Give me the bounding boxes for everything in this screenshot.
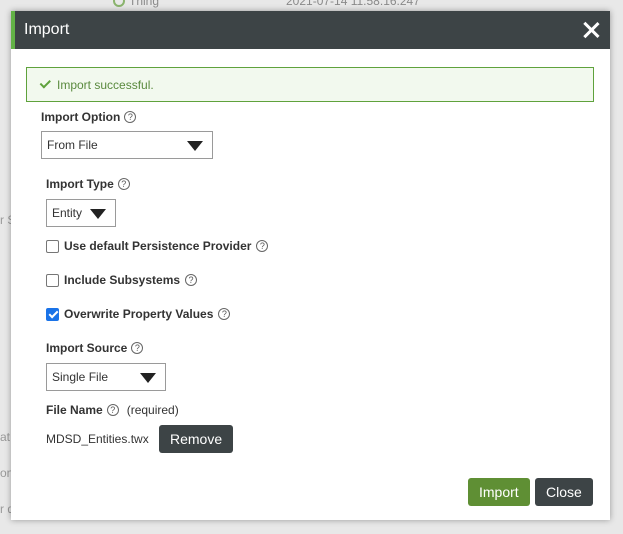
- import-dialog: Import Import successful. Import Option …: [11, 11, 610, 520]
- include-subsystems-checkbox[interactable]: [46, 273, 59, 287]
- overwrite-property-values-label: Overwrite Property Values: [64, 307, 214, 321]
- import-source-select[interactable]: Single File: [46, 363, 166, 391]
- chevron-down-icon: [187, 141, 203, 151]
- import-option-label: Import Option ?: [41, 110, 137, 124]
- help-icon[interactable]: ?: [117, 178, 130, 190]
- import-button[interactable]: Import: [468, 478, 530, 506]
- close-button[interactable]: Close: [535, 478, 593, 506]
- import-option-value: From File: [47, 138, 98, 152]
- dialog-header: Import: [11, 11, 610, 49]
- remove-button[interactable]: Remove: [159, 425, 234, 453]
- background-row-date: 2021-07-14 11:58:16.247: [286, 0, 420, 8]
- success-message: Import successful.: [57, 77, 154, 92]
- import-type-label: Import Type ?: [46, 177, 130, 191]
- chevron-down-icon: [140, 373, 156, 383]
- selected-file-name: MDSD_Entities.twx: [46, 432, 149, 446]
- background-thing: Thing: [113, 0, 159, 8]
- import-option-label-text: Import Option: [41, 110, 121, 124]
- use-default-persistence-label: Use default Persistence Provider: [64, 239, 252, 253]
- import-source-label-text: Import Source: [46, 341, 128, 355]
- use-default-persistence-checkbox[interactable]: [46, 239, 59, 253]
- use-default-persistence-row[interactable]: Use default Persistence Provider ?: [46, 239, 269, 253]
- include-subsystems-label: Include Subsystems: [64, 273, 181, 287]
- include-subsystems-row[interactable]: Include Subsystems ?: [46, 273, 198, 287]
- close-icon[interactable]: [580, 19, 602, 41]
- import-type-value: Entity: [52, 206, 83, 220]
- chevron-down-icon: [90, 209, 106, 219]
- help-icon[interactable]: ?: [124, 111, 137, 123]
- thing-icon: [113, 0, 125, 7]
- file-name-label-text: File Name: [46, 403, 103, 417]
- check-icon: [39, 76, 51, 89]
- success-banner: Import successful.: [26, 67, 594, 102]
- help-icon[interactable]: ?: [185, 274, 198, 286]
- background-fragment: at: [0, 430, 11, 444]
- file-name-label: File Name ? (required): [46, 403, 179, 417]
- help-icon[interactable]: ?: [218, 308, 231, 320]
- dialog-title: Import: [24, 21, 70, 38]
- import-option-select[interactable]: From File: [41, 131, 213, 159]
- overwrite-property-values-checkbox[interactable]: [46, 307, 59, 321]
- help-icon[interactable]: ?: [256, 240, 269, 252]
- import-type-select[interactable]: Entity: [46, 199, 116, 227]
- import-type-label-text: Import Type: [46, 177, 114, 191]
- help-icon[interactable]: ?: [131, 342, 144, 354]
- import-source-label: Import Source ?: [46, 341, 144, 355]
- help-icon[interactable]: ?: [106, 404, 119, 416]
- import-source-value: Single File: [52, 370, 109, 384]
- overwrite-property-values-row[interactable]: Overwrite Property Values ?: [46, 307, 231, 321]
- required-note: (required): [126, 403, 179, 417]
- background-row-type: Thing: [129, 0, 160, 8]
